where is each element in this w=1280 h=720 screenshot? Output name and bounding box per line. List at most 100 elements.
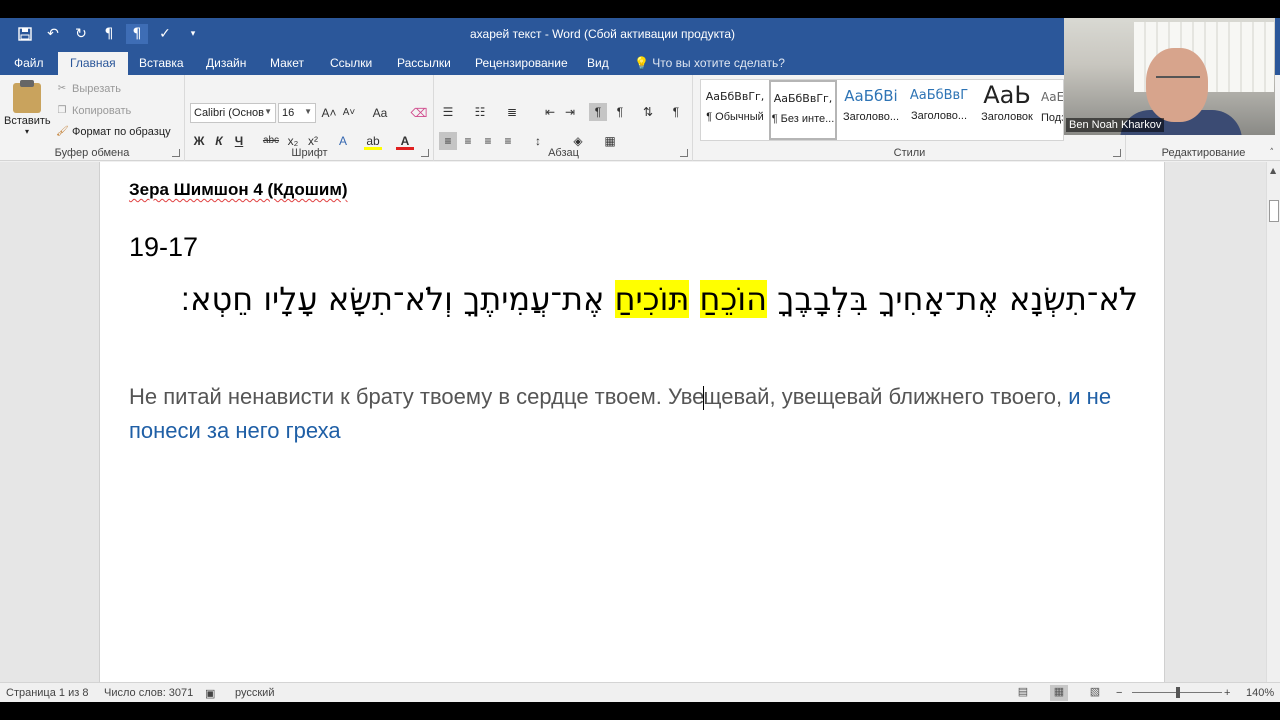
undo-icon[interactable]: ↶	[42, 24, 64, 44]
copy-icon: ❐	[57, 105, 67, 116]
tell-me-box[interactable]: 💡 Что вы хотите сделать?	[634, 56, 785, 70]
group-label-font: Шрифт	[291, 147, 328, 159]
hebrew-text: אֶת־עֲמִיתֶךָ וְלֹא־תִשָּׂא עָלָיו חֵטְא…	[180, 280, 615, 318]
styles-gallery: АаБбВвГг, ¶ Обычный АаБбВвГг, ¶ Без инте…	[700, 79, 1064, 141]
shrink-font-icon[interactable]: A˅	[340, 104, 358, 122]
cut-button[interactable]: ✂ Вырезать	[56, 83, 121, 95]
style-normal[interactable]: АаБбВвГг, ¶ Обычный	[701, 80, 769, 140]
webcam-overlay: Ben Noah Kharkov	[1064, 18, 1275, 135]
style-title[interactable]: АаЬ Заголовок	[973, 80, 1041, 140]
scissors-icon: ✂	[57, 83, 67, 94]
multilevel-list-icon[interactable]: ≣	[503, 103, 521, 121]
font-name-value: Calibri (Основ	[194, 107, 264, 119]
scroll-thumb[interactable]	[1269, 200, 1279, 222]
paste-button[interactable]: Вставить ▾	[4, 79, 51, 139]
style-subtitle[interactable]: АаЕ Подз	[1041, 80, 1063, 140]
tab-file[interactable]: Файл	[14, 54, 44, 72]
letterbox-bottom	[0, 702, 1280, 720]
hebrew-verse: לֹא־תִשְׂנָא אֶת־אָחִיךָ בִּלְבָבֶךָ הוֹ…	[160, 274, 1138, 324]
tab-references[interactable]: Ссылки	[330, 54, 372, 72]
numbering-icon[interactable]: ☷	[471, 103, 489, 121]
russian-text: щевай, увещевай ближнего твоего,	[703, 384, 1069, 409]
zoom-slider-thumb[interactable]	[1176, 687, 1180, 698]
word-window: ↶ ↻ ¶ ¶ ✓ ▾ ахарей текст - Word (Сбой ак…	[0, 18, 1280, 702]
hebrew-highlighted: תּוֹכִיחַ	[614, 280, 690, 318]
tab-home[interactable]: Главная	[58, 52, 128, 75]
group-clipboard: Вставить ▾ ✂ Вырезать ❐ Копировать 🖌 Фор…	[0, 75, 185, 161]
save-icon[interactable]	[14, 24, 36, 44]
tab-design[interactable]: Дизайн	[206, 54, 246, 72]
chevron-down-icon: ▼	[264, 107, 272, 116]
vertical-scrollbar[interactable]: ▲ ▼	[1266, 162, 1280, 700]
tab-insert[interactable]: Вставка	[139, 54, 184, 72]
font-name-combo[interactable]: Calibri (Основ ▼	[190, 103, 276, 123]
decrease-indent-icon[interactable]: ⇤	[541, 103, 559, 121]
cut-label: Вырезать	[72, 83, 121, 95]
webcam-person-head	[1146, 48, 1208, 122]
format-painter-button[interactable]: 🖌 Формат по образцу	[56, 126, 171, 138]
spelling-check-icon[interactable]: ✓	[154, 24, 176, 44]
russian-translation: Не питай ненависти к брату твоему в серд…	[129, 380, 1139, 448]
customize-qat-icon[interactable]: ▾	[182, 24, 204, 44]
proofing-icon[interactable]: ▣	[205, 687, 215, 700]
rtl-direction-icon[interactable]: ¶	[611, 103, 629, 121]
font-size-value: 16	[282, 107, 295, 119]
scroll-up-icon[interactable]: ▲	[1270, 166, 1276, 175]
increase-indent-icon[interactable]: ⇥	[561, 103, 579, 121]
tab-mailings[interactable]: Рассылки	[397, 54, 451, 72]
language[interactable]: русский	[235, 687, 274, 699]
style-heading-1[interactable]: АаБбВі Заголово...	[837, 80, 905, 140]
read-mode-icon[interactable]: ▤	[1014, 685, 1032, 701]
style-name: ¶ Без инте...	[771, 113, 835, 125]
group-label-clipboard: Буфер обмена	[54, 147, 130, 159]
brush-icon: 🖌	[56, 126, 69, 137]
clear-formatting-icon[interactable]: ⌫	[410, 104, 428, 122]
group-label-editing: Редактирование	[1161, 147, 1246, 159]
tab-review[interactable]: Рецензирование	[475, 54, 568, 72]
style-name: Заголовок	[981, 111, 1033, 123]
quick-access-toolbar: ↶ ↻ ¶ ¶ ✓ ▾	[14, 24, 204, 44]
word-count[interactable]: Число слов: 3071	[104, 687, 193, 699]
dialog-launcher-icon[interactable]	[680, 149, 688, 157]
tell-me-text: Что вы хотите сделать?	[652, 56, 785, 70]
copy-label: Копировать	[72, 105, 132, 117]
style-sample: АаБбВі	[844, 87, 898, 105]
sort-icon[interactable]: ⇅	[639, 103, 657, 121]
page-count[interactable]: Страница 1 из 8	[6, 687, 88, 699]
document-heading: Зера Шимшон 4 (Кдошим)	[129, 180, 348, 199]
ltr-paragraph-icon[interactable]: ¶	[98, 24, 120, 44]
verse-reference: 19-17	[129, 232, 199, 262]
dialog-launcher-icon[interactable]	[1113, 149, 1121, 157]
dialog-launcher-icon[interactable]	[421, 149, 429, 157]
change-case-icon[interactable]: Aa	[366, 104, 394, 122]
style-heading-2[interactable]: АаБбВвГ Заголово...	[905, 80, 973, 140]
grow-font-icon[interactable]: A˄	[320, 104, 338, 122]
window-title: ахарей текст - Word (Сбой активации прод…	[470, 27, 735, 41]
chevron-down-icon: ▼	[304, 107, 312, 116]
font-size-combo[interactable]: 16 ▼	[278, 103, 316, 123]
ltr-direction-icon[interactable]: ¶	[589, 103, 607, 121]
web-layout-icon[interactable]: ▧	[1086, 685, 1104, 701]
group-label-styles: Стили	[893, 147, 926, 159]
tab-view[interactable]: Вид	[587, 54, 609, 72]
lightbulb-icon: 💡	[634, 56, 649, 70]
dialog-launcher-icon[interactable]	[172, 149, 180, 157]
tab-layout[interactable]: Макет	[270, 54, 304, 72]
rtl-paragraph-icon[interactable]: ¶	[126, 24, 148, 44]
zoom-out-icon[interactable]: −	[1116, 687, 1122, 699]
hebrew-text: לֹא־תִשְׂנָא אֶת־אָחִיךָ בִּלְבָבֶךָ	[766, 280, 1138, 318]
hebrew-highlighted: הוֹכֵחַ	[699, 280, 767, 318]
style-name: ¶ Обычный	[706, 111, 764, 123]
style-no-spacing[interactable]: АаБбВвГг, ¶ Без инте...	[769, 80, 837, 140]
clipboard-icon	[13, 80, 41, 113]
show-marks-icon[interactable]: ¶	[667, 103, 685, 121]
status-bar: Страница 1 из 8 Число слов: 3071 ▣ русск…	[0, 682, 1280, 702]
document-page[interactable]: Зера Шимшон 4 (Кдошим) 19-17 לֹא־תִשְׂנָ…	[99, 162, 1165, 702]
collapse-ribbon-icon[interactable]: ˄	[1270, 148, 1275, 158]
copy-button[interactable]: ❐ Копировать	[56, 105, 132, 117]
redo-icon[interactable]: ↻	[70, 24, 92, 44]
print-layout-icon[interactable]: ▦	[1050, 685, 1068, 701]
zoom-level[interactable]: 140%	[1246, 687, 1274, 699]
bullets-icon[interactable]: ☰	[439, 103, 457, 121]
zoom-in-icon[interactable]: +	[1224, 687, 1230, 699]
